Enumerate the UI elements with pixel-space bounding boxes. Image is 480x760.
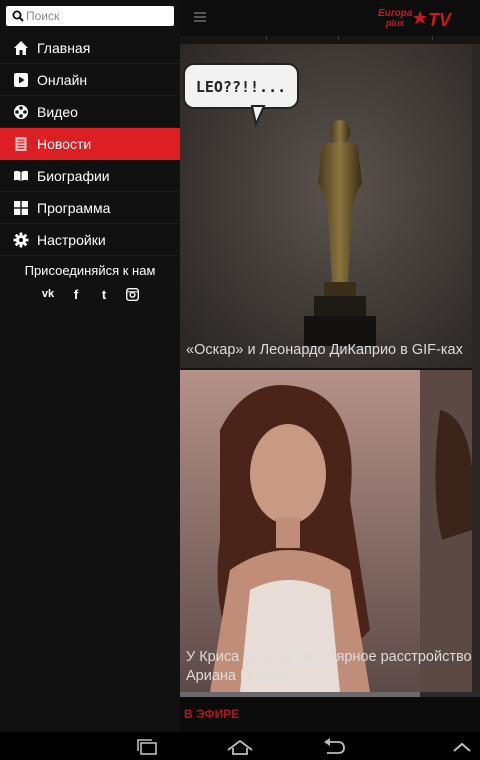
main-content: Europa plus TV LEO??!!... «Оскар» и Леон… [180, 0, 480, 732]
nav-item-label: Видео [37, 103, 78, 120]
news-card[interactable]: У Криса Брауна биполярное расстройство, … [180, 370, 472, 692]
nav-item-biographies[interactable]: Биографии [0, 160, 180, 192]
back-icon[interactable] [320, 738, 348, 756]
news-card[interactable]: LEO??!!... «Оскар» и Леонардо ДиКаприо в… [180, 44, 472, 368]
nav-item-label: Настройки [37, 231, 106, 248]
svg-text:TV: TV [428, 10, 453, 30]
nav-item-label: Программа [37, 199, 111, 216]
join-us-heading: Присоединяйся к нам [24, 263, 156, 278]
book-icon [12, 167, 30, 185]
nav-item-settings[interactable]: Настройки [0, 224, 180, 256]
tab-strip [180, 36, 480, 44]
home-icon [12, 39, 30, 57]
news-card-title: У Криса Брауна биполярное расстройство, … [186, 649, 472, 684]
gear-icon [12, 231, 30, 249]
film-reel-icon [12, 103, 30, 121]
facebook-icon[interactable]: f [69, 286, 83, 302]
instagram-icon[interactable] [125, 286, 139, 302]
svg-text:LEO??!!...: LEO??!!... [196, 78, 286, 96]
nav-item-label: Главная [37, 39, 91, 56]
play-icon [12, 71, 30, 89]
navigation-drawer: Главная Онлайн Видео Новости Биографии [0, 0, 180, 732]
drawer-nav: Главная Онлайн Видео Новости Биографии П… [0, 32, 180, 256]
news-card-image [180, 370, 472, 692]
social-links: vk f t [0, 286, 180, 302]
home-button-icon[interactable] [226, 738, 254, 756]
grid-icon [12, 199, 30, 217]
app-header: Europa plus TV [180, 0, 480, 36]
system-navigation-bar [0, 732, 480, 760]
document-icon [12, 135, 30, 153]
speech-bubble: LEO??!!... [196, 78, 286, 96]
nav-item-label: Биографии [37, 167, 110, 184]
nav-item-home[interactable]: Главная [0, 32, 180, 64]
search-input[interactable] [26, 6, 170, 26]
nav-item-schedule[interactable]: Программа [0, 192, 180, 224]
on-air-bar[interactable]: В ЭФИРЕ [180, 697, 480, 732]
chevron-up-icon[interactable] [448, 738, 476, 756]
search-icon [12, 10, 24, 22]
recent-apps-icon[interactable] [134, 738, 162, 756]
twitter-icon[interactable]: t [97, 286, 111, 302]
europa-plus-tv-logo: Europa plus TV [378, 8, 453, 30]
nav-item-news[interactable]: Новости [0, 128, 180, 160]
nav-item-video[interactable]: Видео [0, 96, 180, 128]
vk-icon[interactable]: vk [41, 286, 55, 302]
nav-item-label: Новости [37, 135, 92, 152]
search-box[interactable] [6, 6, 174, 26]
nav-item-label: Онлайн [37, 71, 88, 88]
nav-item-online[interactable]: Онлайн [0, 64, 180, 96]
news-card-title: «Оскар» и Леонардо ДиКаприо в GIF-ках [186, 342, 463, 358]
on-air-label: В ЭФИРЕ [184, 707, 240, 721]
next-card-edge [472, 44, 480, 692]
menu-icon[interactable] [194, 12, 206, 22]
svg-text:plus: plus [385, 18, 405, 28]
